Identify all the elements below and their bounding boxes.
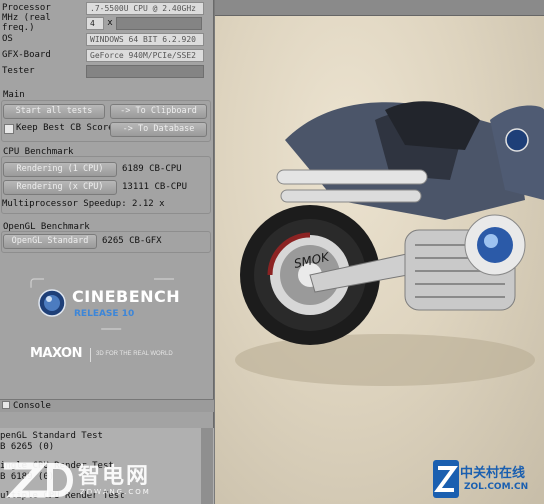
render-toolbar bbox=[215, 0, 544, 16]
zol-logo-icon bbox=[433, 460, 459, 498]
processor-label: Processor bbox=[2, 3, 51, 13]
console-toggle[interactable] bbox=[2, 401, 10, 409]
motorcycle-render-image: SMOK bbox=[235, 101, 544, 386]
cinebench-logo: CINEBENCH RELEASE 10 bbox=[30, 278, 180, 330]
mhz-row: MHz (real freq.) 4 x bbox=[2, 13, 202, 33]
render-viewport: SMOK bbox=[215, 0, 544, 504]
maxon-tagline: 3D FOR THE REAL WORLD bbox=[96, 351, 173, 357]
to-database-button[interactable]: -> To Database bbox=[110, 122, 207, 137]
render-xcpu-score: 13111 CB-CPU bbox=[122, 182, 188, 192]
mp-speedup-text: Multiprocessor Speedup: 2.12 x bbox=[2, 199, 165, 209]
zol-url-text: ZOL.COM.CN bbox=[464, 482, 529, 492]
gfx-field: GeForce 940M/PCIe/SSE2 bbox=[86, 48, 204, 62]
mhz-value-field bbox=[116, 16, 202, 30]
opengl-standard-button[interactable]: OpenGL Standard bbox=[3, 234, 97, 249]
zol-cn-text: 中关村在线 bbox=[460, 466, 526, 481]
gfx-row: GFX-Board GeForce 940M/PCIe/SSE2 bbox=[2, 48, 204, 62]
keep-best-label: Keep Best CB Score bbox=[16, 123, 114, 133]
to-clipboard-button[interactable]: -> To Clipboard bbox=[110, 104, 207, 119]
zdwang-url-text: ZDWANG.COM bbox=[80, 488, 151, 496]
maxon-logo: MAXON 3D FOR THE REAL WORLD bbox=[30, 346, 173, 362]
console-title: Console bbox=[13, 401, 51, 411]
render-xcpu-button[interactable]: Rendering (x CPU) bbox=[3, 180, 117, 195]
mhz-x-label: x bbox=[107, 18, 113, 28]
os-field: WINDOWS 64 BIT 6.2.920 bbox=[86, 32, 204, 46]
start-all-tests-button[interactable]: Start all tests bbox=[3, 104, 105, 119]
console-header[interactable]: Console bbox=[0, 399, 214, 412]
opengl-score: 6265 CB-GFX bbox=[102, 236, 162, 246]
zol-watermark bbox=[433, 460, 459, 501]
maxon-wordmark: MAXON bbox=[30, 346, 83, 361]
processor-field: .7-5500U CPU @ 2.40GHz bbox=[86, 1, 204, 15]
mhz-label: MHz (real freq.) bbox=[2, 13, 51, 33]
cinebench-left-panel: Processor .7-5500U CPU @ 2.40GHz MHz (re… bbox=[0, 0, 214, 504]
keep-best-checkbox[interactable] bbox=[4, 124, 14, 134]
maxon-divider bbox=[90, 348, 91, 362]
mhz-count-field[interactable]: 4 bbox=[86, 16, 104, 30]
render-1cpu-button[interactable]: Rendering (1 CPU) bbox=[3, 162, 117, 177]
console-line: penGL Standard Test bbox=[0, 431, 103, 441]
main-section-title: Main bbox=[3, 90, 25, 100]
tester-row: Tester bbox=[2, 64, 204, 78]
os-label: OS bbox=[2, 34, 13, 44]
console-scrollbar[interactable] bbox=[201, 428, 213, 504]
render-1cpu-score: 6189 CB-CPU bbox=[122, 164, 182, 174]
tester-field[interactable] bbox=[86, 64, 204, 78]
cinebench-title: CINEBENCH bbox=[72, 287, 181, 306]
zd-logo-icon bbox=[4, 462, 73, 498]
tester-label: Tester bbox=[2, 66, 35, 76]
gfx-label: GFX-Board bbox=[2, 50, 51, 60]
os-row: OS WINDOWS 64 BIT 6.2.920 bbox=[2, 32, 204, 46]
cinebench-release: RELEASE 10 bbox=[74, 309, 135, 319]
console-line: B 6265 (0) bbox=[0, 442, 55, 452]
zdwang-cn-text: 智电网 bbox=[78, 464, 151, 489]
